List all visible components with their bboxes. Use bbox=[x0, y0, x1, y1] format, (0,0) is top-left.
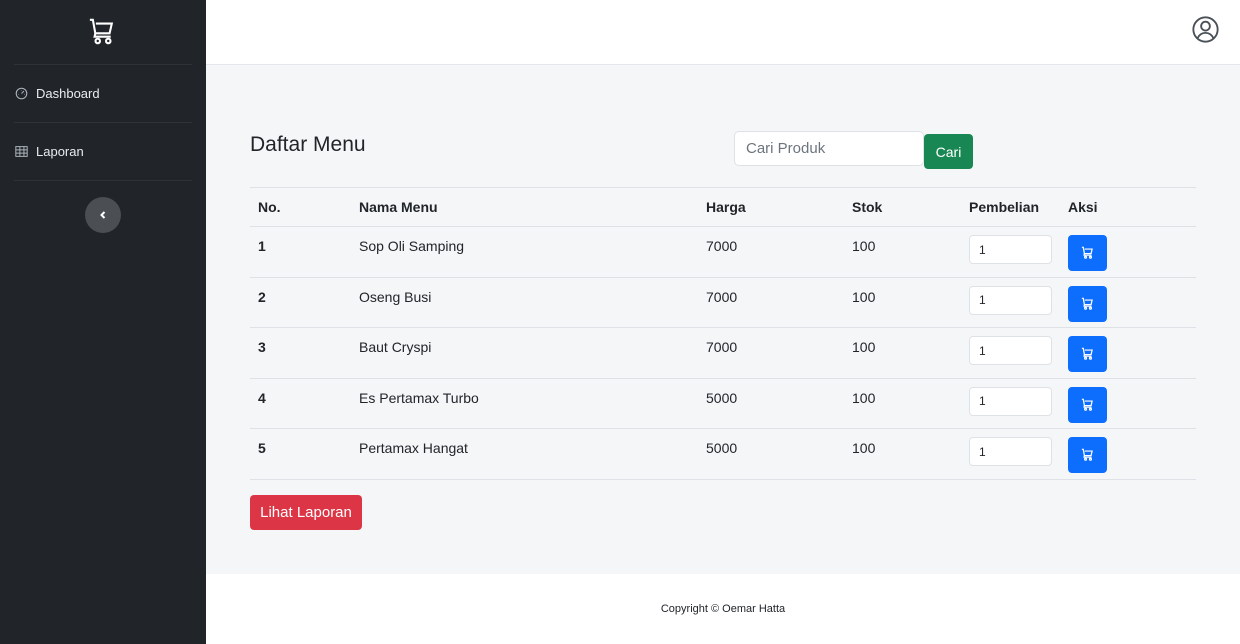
cart-icon bbox=[1081, 449, 1093, 462]
sidebar: Dashboard Laporan bbox=[0, 0, 206, 644]
chevron-left-icon bbox=[100, 211, 106, 219]
quantity-input[interactable] bbox=[969, 235, 1052, 264]
quantity-cell bbox=[961, 277, 1060, 329]
column-header-price: Harga bbox=[698, 187, 844, 227]
sidebar-item-label: Laporan bbox=[36, 144, 84, 159]
action-cell bbox=[1060, 378, 1196, 430]
row-number: 3 bbox=[250, 327, 351, 379]
quantity-cell bbox=[961, 428, 1060, 480]
brand[interactable] bbox=[14, 0, 192, 65]
search-input[interactable] bbox=[734, 131, 924, 166]
speedometer-icon bbox=[14, 87, 28, 101]
menu-name: Baut Cryspi bbox=[351, 327, 698, 379]
sidebar-item-dashboard[interactable]: Dashboard bbox=[14, 65, 192, 123]
footer: Copyright © Oemar Hatta bbox=[206, 574, 1240, 644]
menu-table: No. Nama Menu Harga Stok Pembelian Aksi … bbox=[250, 187, 1196, 480]
topbar bbox=[206, 0, 1240, 65]
column-header-action: Aksi bbox=[1060, 187, 1196, 227]
user-circle-icon[interactable] bbox=[1192, 16, 1219, 43]
table-row: 5 Pertamax Hangat 5000 100 bbox=[250, 428, 1196, 480]
table-row: 4 Es Pertamax Turbo 5000 100 bbox=[250, 378, 1196, 430]
menu-name: Pertamax Hangat bbox=[351, 428, 698, 480]
menu-price: 7000 bbox=[698, 327, 844, 379]
table-row: 3 Baut Cryspi 7000 100 bbox=[250, 327, 1196, 379]
menu-stock: 100 bbox=[844, 277, 961, 329]
quantity-input[interactable] bbox=[969, 437, 1052, 467]
quantity-cell bbox=[961, 226, 1060, 278]
table-row: 2 Oseng Busi 7000 100 bbox=[250, 277, 1196, 329]
cart-icon bbox=[89, 18, 114, 45]
cart-icon bbox=[1081, 398, 1093, 411]
copyright-text: Copyright © Oemar Hatta bbox=[660, 603, 786, 615]
quantity-cell bbox=[961, 327, 1060, 379]
menu-stock: 100 bbox=[844, 378, 961, 430]
menu-stock: 100 bbox=[844, 428, 961, 480]
menu-price: 7000 bbox=[698, 226, 844, 278]
cart-icon bbox=[1081, 347, 1093, 360]
add-to-cart-button[interactable] bbox=[1068, 235, 1107, 271]
menu-stock: 100 bbox=[844, 327, 961, 379]
sidebar-item-laporan[interactable]: Laporan bbox=[14, 123, 192, 181]
page-title: Daftar Menu bbox=[250, 133, 366, 156]
add-to-cart-button[interactable] bbox=[1068, 285, 1107, 322]
menu-name: Sop Oli Samping bbox=[351, 226, 698, 278]
column-header-quantity: Pembelian bbox=[961, 187, 1060, 227]
menu-stock: 100 bbox=[844, 226, 961, 278]
search-button[interactable]: Cari bbox=[924, 134, 973, 169]
row-number: 4 bbox=[250, 378, 351, 430]
quantity-input[interactable] bbox=[969, 386, 1052, 416]
cart-icon bbox=[1081, 246, 1093, 259]
cart-icon bbox=[1081, 297, 1093, 310]
main-content: Daftar Menu Cari No. Nama Menu Harga Sto… bbox=[206, 65, 1240, 574]
row-number: 5 bbox=[250, 428, 351, 480]
add-to-cart-button[interactable] bbox=[1068, 386, 1107, 423]
sidebar-item-label: Dashboard bbox=[36, 86, 100, 101]
action-cell bbox=[1060, 226, 1196, 278]
action-cell bbox=[1060, 428, 1196, 480]
view-report-button[interactable]: Lihat Laporan bbox=[250, 495, 362, 530]
menu-name: Es Pertamax Turbo bbox=[351, 378, 698, 430]
table-header-row: No. Nama Menu Harga Stok Pembelian Aksi bbox=[250, 187, 1196, 227]
sidebar-toggle-button[interactable] bbox=[85, 197, 121, 233]
quantity-input[interactable] bbox=[969, 336, 1052, 366]
add-to-cart-button[interactable] bbox=[1068, 437, 1107, 474]
row-number: 1 bbox=[250, 226, 351, 278]
menu-name: Oseng Busi bbox=[351, 277, 698, 329]
action-cell bbox=[1060, 327, 1196, 379]
menu-price: 5000 bbox=[698, 428, 844, 480]
column-header-no: No. bbox=[250, 187, 351, 227]
table-row: 1 Sop Oli Samping 7000 100 bbox=[250, 226, 1196, 278]
quantity-input[interactable] bbox=[969, 285, 1052, 315]
add-to-cart-button[interactable] bbox=[1068, 336, 1107, 373]
quantity-cell bbox=[961, 378, 1060, 430]
menu-price: 5000 bbox=[698, 378, 844, 430]
column-header-name: Nama Menu bbox=[351, 187, 698, 227]
column-header-stock: Stok bbox=[844, 187, 961, 227]
table-icon bbox=[14, 145, 28, 159]
row-number: 2 bbox=[250, 277, 351, 329]
action-cell bbox=[1060, 277, 1196, 329]
menu-price: 7000 bbox=[698, 277, 844, 329]
